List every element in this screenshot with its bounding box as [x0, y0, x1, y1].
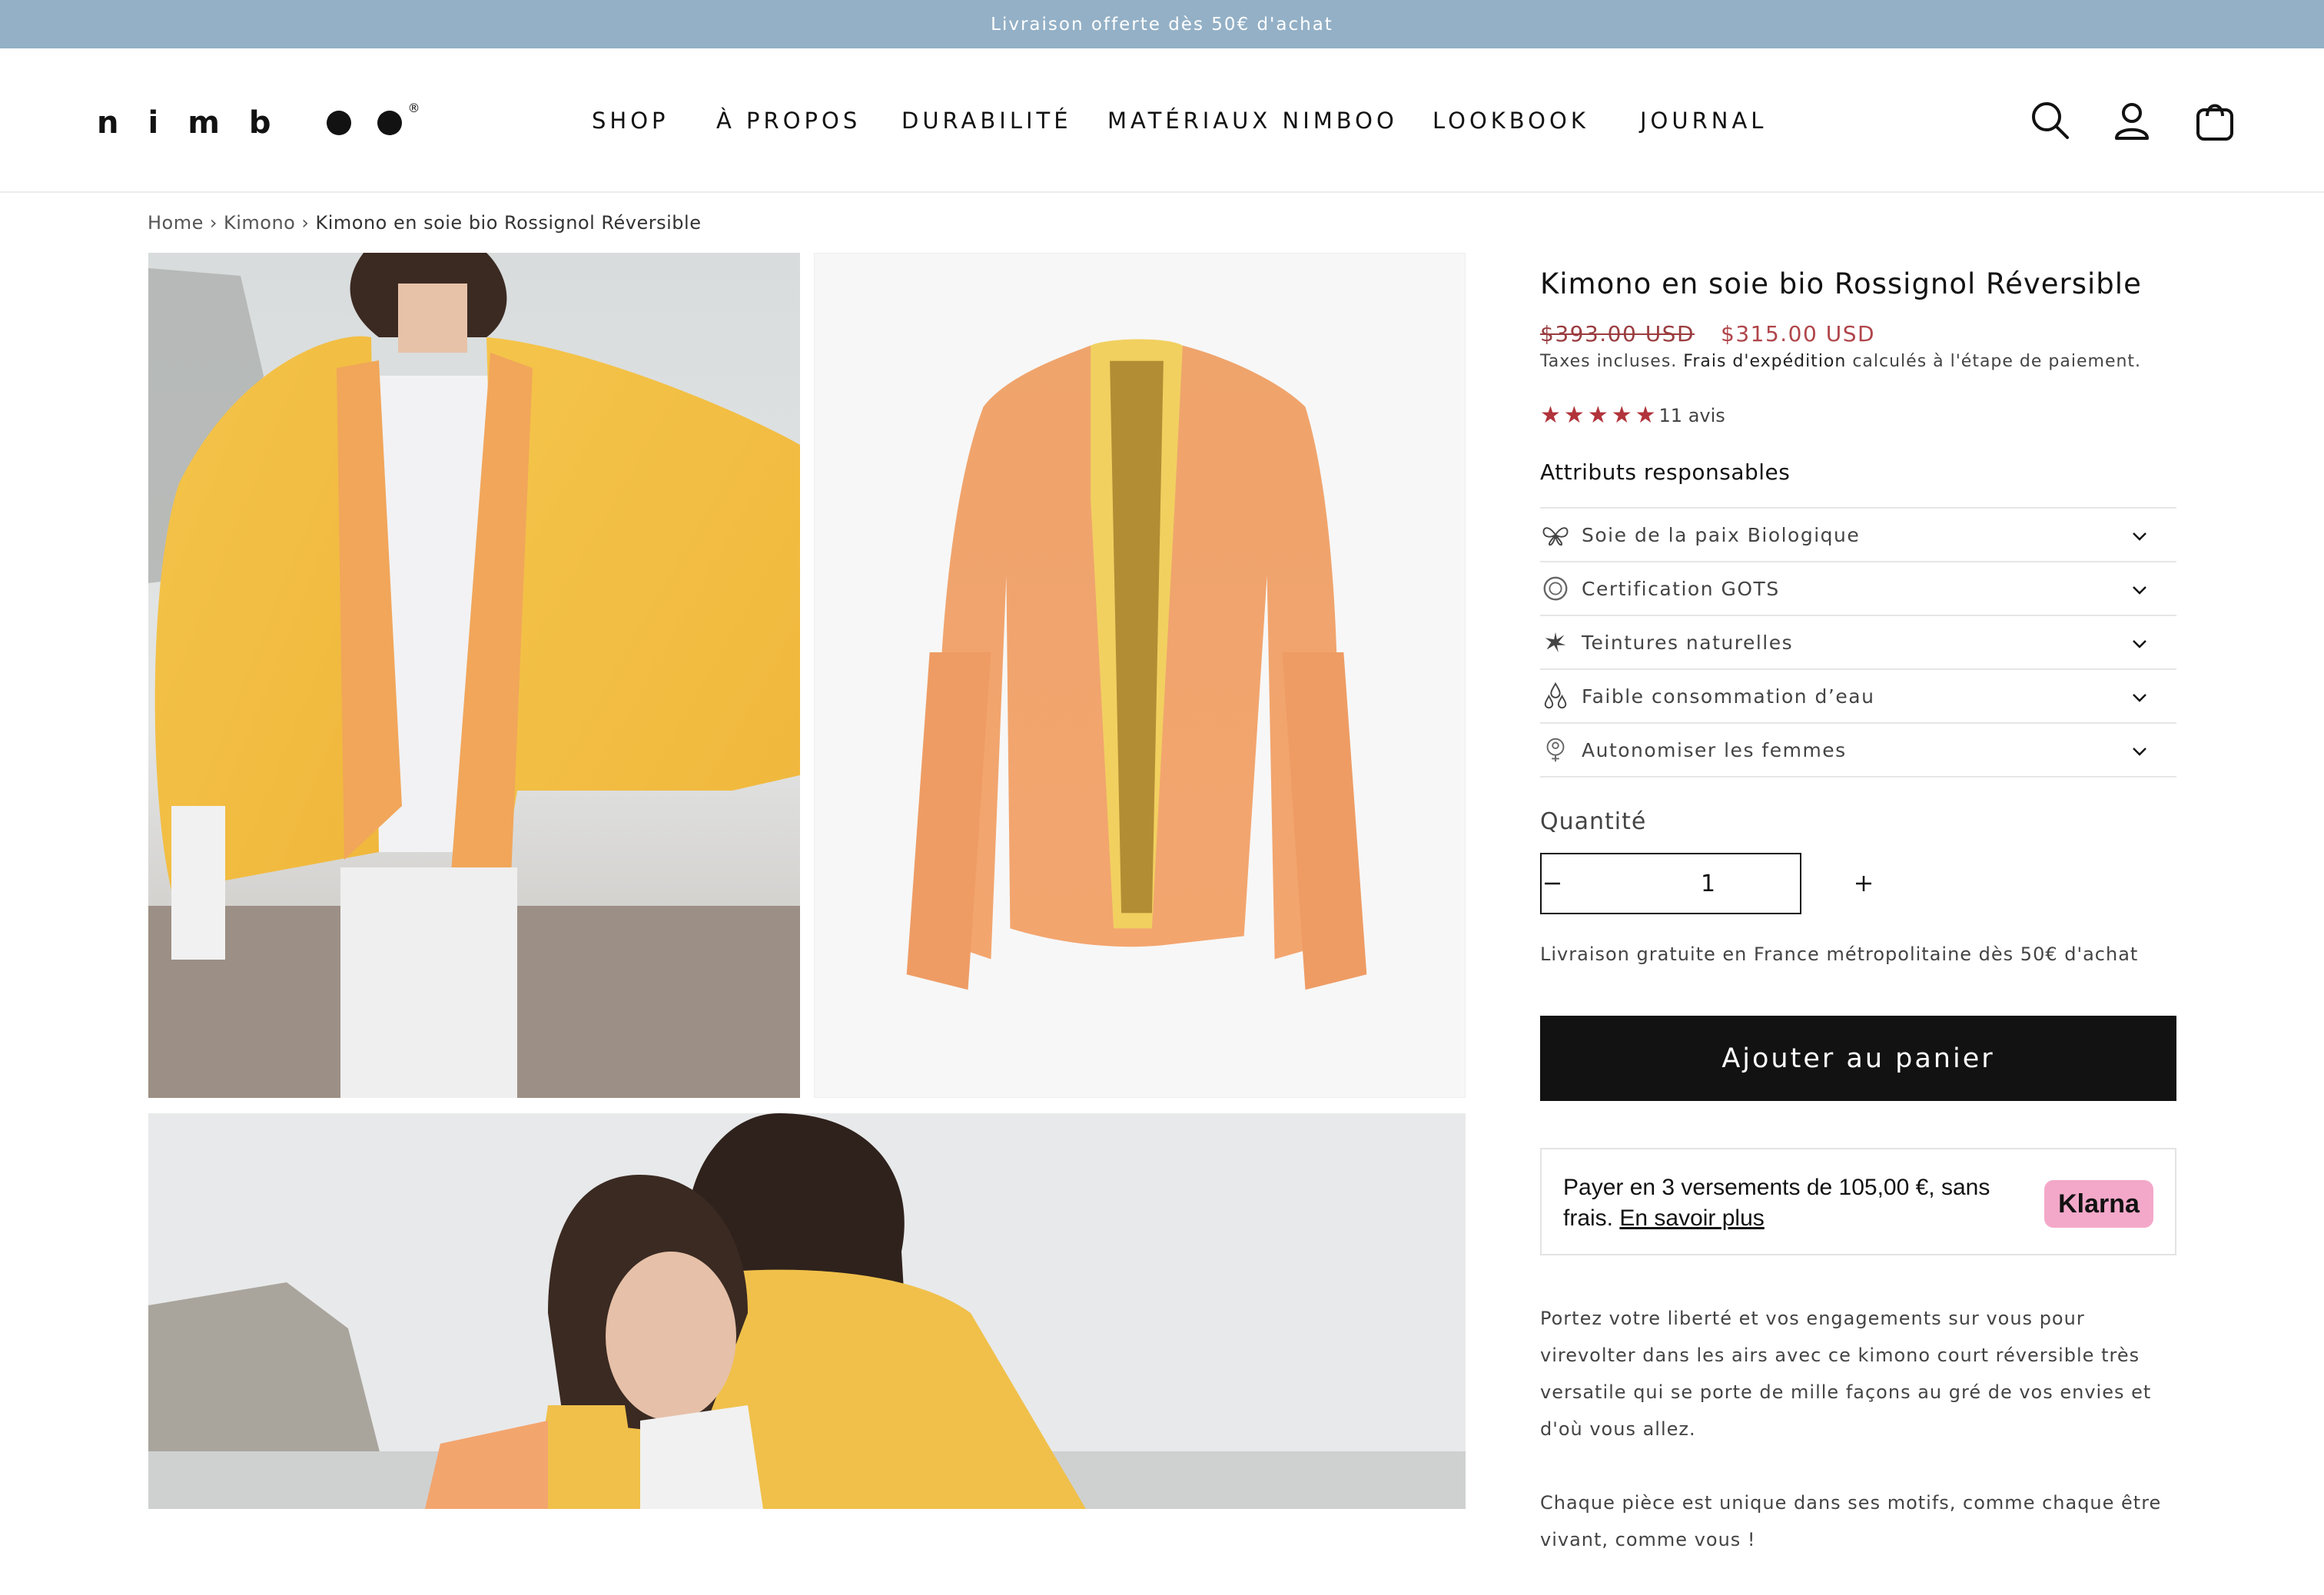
attribute-label: Teintures naturelles — [1582, 631, 1794, 654]
plus-icon — [1856, 876, 1871, 891]
breadcrumb-home[interactable]: Home — [148, 212, 204, 234]
quantity-label: Quantité — [1540, 808, 1647, 835]
attribute-empower-women[interactable]: Autonomiser les femmes — [1540, 724, 2176, 778]
star-icon: ★ — [1635, 402, 1656, 429]
leaf-icon — [1540, 627, 1571, 658]
product-title: Kimono en soie bio Rossignol Réversible — [1540, 267, 2142, 300]
price-original: $393.00 USD — [1540, 321, 1695, 347]
product-description: Portez votre liberté et vos engagements … — [1540, 1300, 2176, 1595]
attribute-natural-dyes[interactable]: Teintures naturelles — [1540, 616, 2176, 670]
shipping-policy-link[interactable]: Frais d'expédition — [1683, 352, 1846, 371]
breadcrumb-separator: › — [209, 212, 217, 234]
search-icon[interactable] — [2026, 96, 2075, 145]
tax-suffix: calculés à l'étape de paiement. — [1852, 352, 2142, 371]
quantity-input[interactable] — [1563, 869, 1853, 898]
price-row: $393.00 USD $315.00 USD — [1540, 321, 1875, 347]
description-paragraph: Portez votre liberté et vos engagements … — [1540, 1308, 2152, 1440]
tax-note: Taxes incluses. Frais d'expédition calcu… — [1540, 352, 2141, 371]
chevron-down-icon — [2133, 640, 2146, 648]
water-drops-icon — [1540, 681, 1571, 711]
product-photo-model-man[interactable] — [148, 253, 800, 1098]
attribute-organic-silk[interactable]: Soie de la paix Biologique — [1540, 509, 2176, 562]
star-icon: ★ — [1611, 402, 1632, 429]
description-paragraph: Chaque pièce est unique dans ses motifs,… — [1540, 1492, 2162, 1550]
attributes-accordion: Soie de la paix Biologique Certification… — [1540, 507, 2176, 778]
chevron-down-icon — [2133, 586, 2146, 595]
attribute-label: Certification GOTS — [1582, 577, 1780, 600]
breadcrumb-current: Kimono en soie bio Rossignol Réversible — [315, 212, 702, 234]
add-to-cart-button[interactable]: Ajouter au panier — [1540, 1016, 2176, 1101]
nav-a-propos[interactable]: À PROPOS — [716, 101, 861, 140]
attribute-gots[interactable]: Certification GOTS — [1540, 562, 2176, 616]
nav-lookbook[interactable]: LOOKBOOK — [1433, 101, 1589, 140]
klarna-message: Payer en 3 versements de 105,00 €, sans … — [1540, 1148, 2176, 1255]
klarna-logo: Klarna — [2044, 1180, 2153, 1228]
woman-icon — [1540, 734, 1571, 765]
site-header: nimb ® SHOP À PROPOS DURABILITÉ MATÉRIAUX… — [0, 48, 2324, 193]
rating[interactable]: ★ ★ ★ ★ ★ 11 avis — [1540, 404, 1725, 427]
breadcrumb: Home › Kimono › Kimono en soie bio Rossi… — [148, 209, 701, 237]
minus-icon — [1545, 882, 1560, 885]
star-icon: ★ — [1587, 402, 1609, 429]
announcement-text: Livraison offerte dès 50€ d'achat — [991, 14, 1333, 35]
quantity-decrease-button[interactable] — [1542, 854, 1563, 913]
gots-icon — [1540, 573, 1571, 604]
attribute-label: Faible consommation d’eau — [1582, 685, 1875, 708]
account-icon[interactable] — [2107, 96, 2156, 145]
attribute-label: Soie de la paix Biologique — [1582, 523, 1861, 546]
star-icon: ★ — [1540, 402, 1561, 429]
nav-shop[interactable]: SHOP — [592, 101, 669, 140]
attributes-title: Attributs responsables — [1540, 459, 1791, 485]
breadcrumb-category[interactable]: Kimono — [224, 212, 295, 234]
logo[interactable]: nimb ® — [97, 101, 420, 142]
attribute-label: Autonomiser les femmes — [1582, 738, 1847, 761]
breadcrumb-separator: › — [301, 212, 310, 234]
attribute-low-water[interactable]: Faible consommation d’eau — [1540, 670, 2176, 724]
butterfly-icon — [1540, 519, 1571, 550]
klarna-text: Payer en 3 versements de 105,00 €, sans … — [1563, 1172, 2024, 1234]
star-icon: ★ — [1563, 402, 1585, 429]
chevron-down-icon — [2133, 748, 2146, 756]
chevron-down-icon — [2133, 532, 2146, 541]
product-photo-flat[interactable] — [814, 253, 1466, 1098]
tax-prefix: Taxes incluses. — [1540, 352, 1678, 371]
nav-journal[interactable]: JOURNAL — [1640, 101, 1767, 140]
chevron-down-icon — [2133, 694, 2146, 702]
shipping-note: Livraison gratuite en France métropolita… — [1540, 943, 2139, 965]
price-sale: $315.00 USD — [1721, 321, 1876, 347]
quantity-stepper — [1540, 853, 1871, 914]
review-count[interactable]: 11 avis — [1659, 405, 1725, 426]
cart-icon[interactable] — [2190, 96, 2239, 145]
announcement-bar: Livraison offerte dès 50€ d'achat — [0, 0, 2324, 48]
product-photo-couple[interactable] — [148, 1113, 1466, 1509]
quantity-increase-button[interactable] — [1853, 854, 1874, 913]
klarna-learn-more-link[interactable]: En savoir plus — [1619, 1205, 1764, 1231]
nav-materiaux[interactable]: MATÉRIAUX NIMBOO — [1107, 101, 1398, 140]
nav-durabilite[interactable]: DURABILITÉ — [901, 101, 1072, 140]
